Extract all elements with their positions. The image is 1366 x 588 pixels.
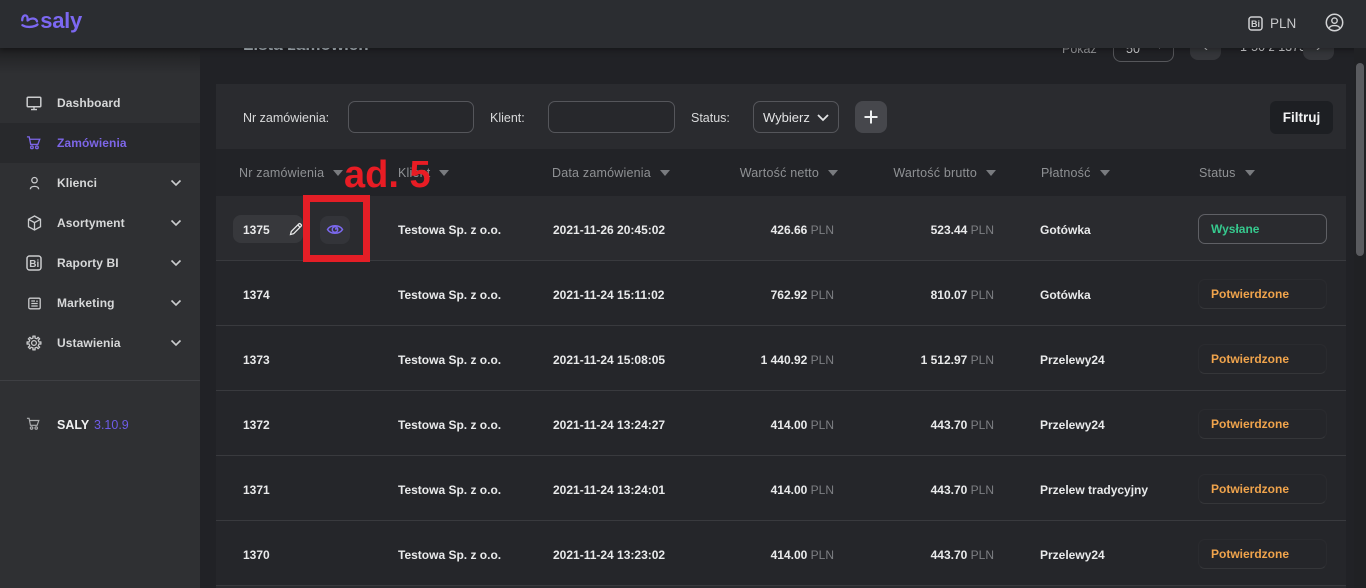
svg-text:saly: saly (40, 8, 83, 33)
svg-text:Bi: Bi (1251, 19, 1260, 29)
svg-text:Bi: Bi (29, 259, 39, 270)
